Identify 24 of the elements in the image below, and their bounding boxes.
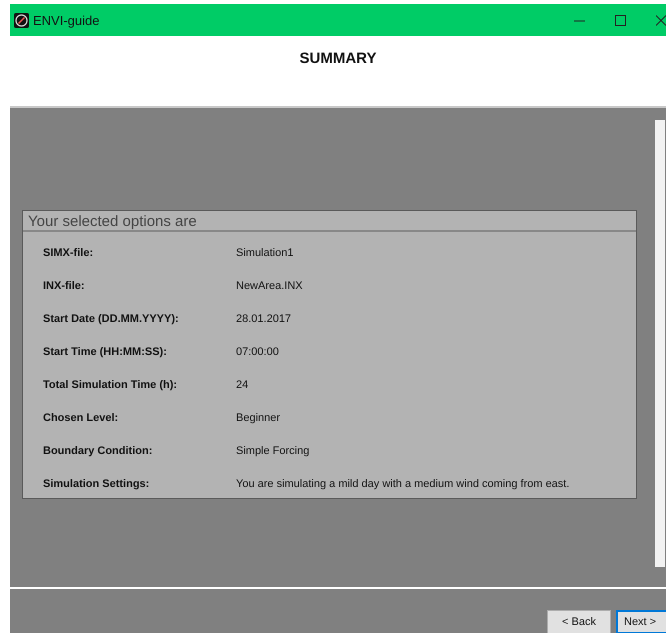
option-value: You are simulating a mild day with a medium wind coming from east. <box>236 478 570 490</box>
option-label: Chosen Level: <box>43 412 120 424</box>
option-value: Simple Forcing <box>236 444 310 456</box>
maximize-icon[interactable] <box>615 14 626 26</box>
option-label: Start Date (DD.MM.YYYY): <box>43 312 180 324</box>
window-title: ENVI-guide <box>33 12 100 28</box>
option-value: Simulation1 <box>236 246 294 258</box>
back-button[interactable]: < Back <box>547 610 611 633</box>
option-label: Start Time (HH:MM:SS): <box>43 346 168 358</box>
compass-icon <box>14 12 29 28</box>
option-label: Total Simulation Time (h): <box>43 378 178 390</box>
group-title: Your selected options are <box>23 211 636 232</box>
page-heading: SUMMARY <box>300 50 376 69</box>
option-value: 28.01.2017 <box>236 312 292 324</box>
option-label: INX-file: <box>43 280 86 292</box>
option-value: 24 <box>236 378 248 390</box>
option-label: Boundary Condition: <box>43 444 154 456</box>
option-value: 07:00:00 <box>236 346 279 358</box>
next-button[interactable]: Next > <box>616 610 666 633</box>
option-label: Simulation Settings: <box>43 478 150 490</box>
close-icon[interactable] <box>656 14 666 26</box>
option-value: NewArea.INX <box>236 280 303 292</box>
option-value: Beginner <box>236 412 280 424</box>
option-label: SIMX-file: <box>43 246 94 258</box>
